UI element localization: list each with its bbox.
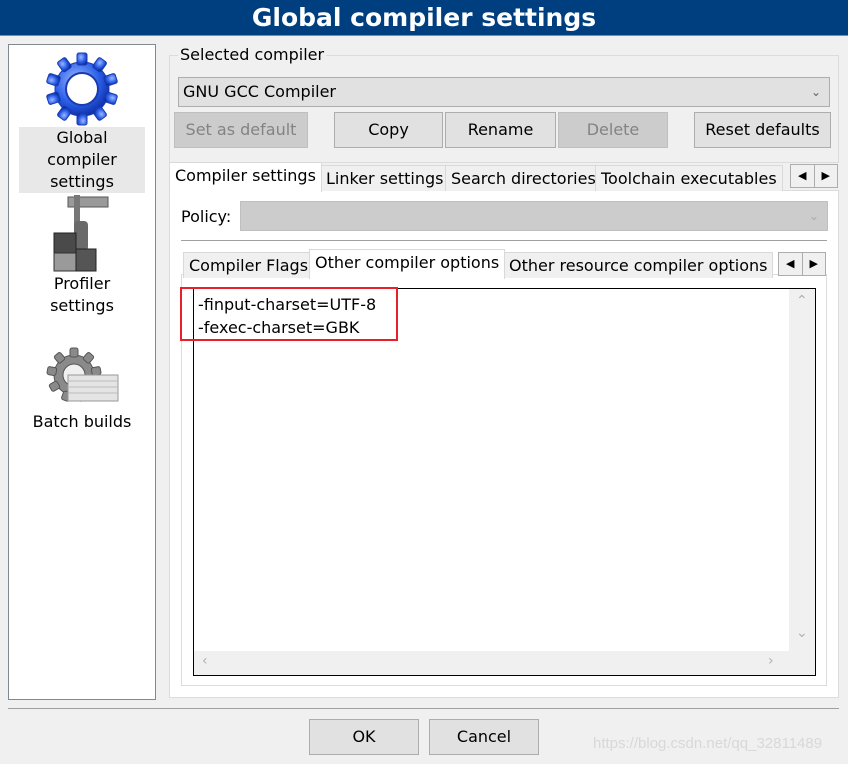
scroll-down-icon[interactable]: ⌄ (796, 625, 808, 641)
compiler-select[interactable]: GNU GCC Compiler ⌄ (178, 77, 830, 107)
tab-compiler-settings[interactable]: Compiler settings (169, 162, 322, 192)
vertical-scrollbar[interactable]: ⌃ ⌄ (789, 289, 815, 651)
gear-icon (45, 52, 119, 126)
sidebar-item-profiler-settings[interactable]: Profiler settings (19, 193, 145, 317)
tab-other-resource-compiler-options[interactable]: Other resource compiler options (503, 252, 774, 278)
rename-button[interactable]: Rename (445, 112, 556, 148)
horizontal-scrollbar[interactable]: ‹ › (194, 651, 815, 675)
copy-button[interactable]: Copy (334, 112, 443, 148)
chevron-down-icon: ⌄ (808, 209, 819, 223)
bottom-separator (8, 708, 839, 709)
settings-sidebar: Global compiler settings Profiler setting… (8, 44, 156, 700)
sidebar-item-label: Profiler settings (50, 274, 114, 315)
sidebar-item-global-compiler-settings[interactable]: Global compiler settings (19, 51, 145, 193)
chevron-down-icon: ⌄ (810, 85, 821, 99)
tab-other-compiler-options[interactable]: Other compiler options (309, 249, 506, 279)
sidebar-item-batch-builds[interactable]: Batch builds (19, 345, 145, 433)
sidebar-item-label: Batch builds (32, 412, 132, 431)
tab-toolchain-executables[interactable]: Toolchain executables (595, 165, 783, 191)
annotation-highlight-box (180, 287, 398, 341)
scroll-right-icon[interactable]: ▶ (803, 253, 826, 275)
separator (181, 240, 827, 241)
watermark: https://blog.csdn.net/qq_32811489 (593, 735, 823, 752)
ok-button[interactable]: OK (309, 719, 419, 755)
tab-search-directories[interactable]: Search directories (445, 165, 602, 191)
cancel-button[interactable]: Cancel (429, 719, 539, 755)
scroll-right-icon[interactable]: › (768, 653, 774, 669)
tab-linker-settings[interactable]: Linker settings (320, 165, 450, 191)
main-tabs-scroll[interactable]: ◀ ▶ (790, 164, 838, 188)
sidebar-item-label: Global compiler settings (19, 127, 145, 193)
sub-tabs-scroll[interactable]: ◀ ▶ (778, 252, 826, 276)
policy-select[interactable]: ⌄ (240, 201, 828, 231)
scroll-left-icon[interactable]: ‹ (202, 653, 208, 669)
scroll-right-icon[interactable]: ▶ (815, 165, 838, 187)
compiler-select-value: GNU GCC Compiler (183, 82, 337, 101)
gear-stack-icon (46, 347, 119, 403)
scroll-left-icon[interactable]: ◀ (779, 253, 803, 275)
caliper-blocks-icon (53, 195, 109, 272)
scroll-up-icon[interactable]: ⌃ (796, 293, 808, 309)
policy-label: Policy: (181, 207, 232, 226)
scroll-left-icon[interactable]: ◀ (791, 165, 815, 187)
dialog-title: Global compiler settings (0, 0, 848, 36)
reset-defaults-button[interactable]: Reset defaults (694, 112, 831, 148)
other-options-textarea[interactable]: -finput-charset=UTF-8 -fexec-charset=GBK… (193, 288, 816, 676)
set-as-default-button[interactable]: Set as default (174, 112, 308, 148)
tab-compiler-flags[interactable]: Compiler Flags (183, 252, 315, 278)
delete-button[interactable]: Delete (558, 112, 668, 148)
selected-compiler-label: Selected compiler (178, 45, 327, 64)
